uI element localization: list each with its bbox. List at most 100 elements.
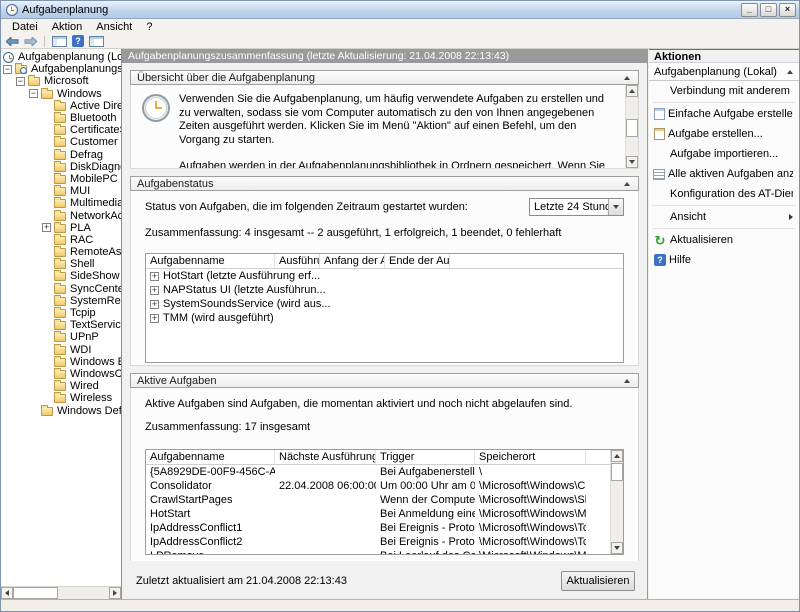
column-header[interactable]: Nächste Ausführungszeit <box>275 450 376 464</box>
plus-expander-icon[interactable]: + <box>150 286 159 295</box>
show-action-pane-button[interactable] <box>89 35 104 48</box>
column-header[interactable]: Aufgabenname <box>146 450 275 464</box>
tree-item[interactable]: SideShow <box>1 270 121 282</box>
action-item[interactable]: Aufgabe importieren... <box>649 144 799 164</box>
task-status-row[interactable]: +NAPStatus UI (letzte Ausführun... <box>146 283 623 297</box>
plus-expander-icon[interactable]: + <box>42 223 51 232</box>
time-range-select[interactable]: Letzte 24 Stunden <box>529 198 624 216</box>
active-tasks-section-header[interactable]: Aktive Aufgaben <box>130 373 639 388</box>
tree-item[interactable]: +PLA <box>1 222 121 234</box>
collapse-active-tasks-button[interactable] <box>621 379 632 383</box>
scroll-left-button[interactable] <box>1 587 13 599</box>
tree-item[interactable]: NetworkAcces <box>1 209 121 221</box>
tree-item[interactable]: Windows Defende <box>1 404 121 416</box>
tree-item[interactable]: Multimedia <box>1 197 121 209</box>
tree-item[interactable]: Wired <box>1 380 121 392</box>
action-item[interactable]: Verbindung mit anderem Comp... <box>649 81 799 101</box>
tree-item[interactable]: Active Director <box>1 100 121 112</box>
active-tasks-scrollbar[interactable] <box>610 450 623 554</box>
tree-item[interactable]: −Windows <box>1 88 121 100</box>
minus-expander-icon[interactable]: − <box>3 65 12 74</box>
close-button[interactable]: × <box>779 3 796 17</box>
scroll-right-button[interactable] <box>109 587 121 599</box>
collapse-overview-button[interactable] <box>621 76 632 80</box>
tree-item[interactable]: RemoteAssista <box>1 246 121 258</box>
plus-expander-icon[interactable]: + <box>150 300 159 309</box>
tree-item[interactable]: SyncCenter <box>1 283 121 295</box>
action-item[interactable]: Einfache Aufgabe erstellen... <box>649 104 799 124</box>
tree-item[interactable]: Shell <box>1 258 121 270</box>
action-item[interactable]: Ansicht <box>649 207 799 227</box>
task-status-row[interactable]: +HotStart (letzte Ausführung erf... <box>146 269 623 283</box>
plus-expander-icon[interactable]: + <box>150 272 159 281</box>
collapse-task-status-button[interactable] <box>621 182 632 186</box>
tree-item[interactable]: UPnP <box>1 331 121 343</box>
active-task-row[interactable]: IpAddressConflict1Bei Ereignis - Protoko… <box>146 521 623 535</box>
tree-item[interactable]: −Microsoft <box>1 75 121 87</box>
action-item[interactable]: ?Hilfe <box>649 250 799 270</box>
task-status-row[interactable]: +SystemSoundsService (wird aus... <box>146 297 623 311</box>
minus-expander-icon[interactable]: − <box>29 89 38 98</box>
back-button[interactable] <box>6 35 19 48</box>
tree-item[interactable]: Wireless <box>1 392 121 404</box>
tree-item[interactable]: MobilePC <box>1 173 121 185</box>
scroll-down-button[interactable] <box>626 156 638 168</box>
tree-item[interactable]: MUI <box>1 185 121 197</box>
tree-item[interactable]: −Aufgabenplanungsbibliot <box>1 63 121 75</box>
overview-scrollbar[interactable] <box>625 85 638 168</box>
active-task-row[interactable]: LPRemoveBei Leerlauf des Compu...\Micros… <box>146 549 623 555</box>
scrollbar-thumb[interactable] <box>611 463 623 481</box>
scroll-down-button[interactable] <box>611 542 623 554</box>
menu-hilfe[interactable]: ? <box>139 21 159 33</box>
collapse-group-icon[interactable] <box>787 70 793 74</box>
maximize-button[interactable]: □ <box>760 3 777 17</box>
column-header[interactable]: Anfang der Au... <box>320 254 385 268</box>
active-task-row[interactable]: {5A8929DE-00F9-456C-A8AB-703E...Bei Aufg… <box>146 465 623 479</box>
menu-aktion[interactable]: Aktion <box>45 21 90 33</box>
action-item[interactable]: Alle aktiven Aufgaben anzeigen <box>649 164 799 184</box>
tree-item[interactable]: Windows Error <box>1 356 121 368</box>
show-console-tree-button[interactable] <box>52 35 67 48</box>
overview-section-header[interactable]: Übersicht über die Aufgabenplanung <box>130 70 639 85</box>
action-item[interactable]: Aufgabe erstellen... <box>649 124 799 144</box>
task-status-section-header[interactable]: Aufgabenstatus <box>130 176 639 191</box>
minimize-button[interactable]: _ <box>741 3 758 17</box>
column-header[interactable]: Speicherort <box>475 450 586 464</box>
tree-item[interactable]: Bluetooth <box>1 112 121 124</box>
tree-item[interactable]: Tcpip <box>1 307 121 319</box>
scroll-up-button[interactable] <box>611 450 623 462</box>
tree-item[interactable]: RAC <box>1 234 121 246</box>
tree-item[interactable]: Defrag <box>1 149 121 161</box>
tree-item[interactable]: DiskDiagnostic <box>1 161 121 173</box>
tree-item[interactable]: WindowsCaler <box>1 368 121 380</box>
action-item[interactable]: ↻Aktualisieren <box>649 230 799 250</box>
action-item[interactable]: Konfiguration des AT-Dienstko... <box>649 184 799 204</box>
tree-item[interactable]: Customer Expe <box>1 136 121 148</box>
tree-item[interactable]: Aufgabenplanung (Lokal) <box>1 51 121 63</box>
toolbar-help-button[interactable]: ? <box>72 35 84 48</box>
tree-item[interactable]: WDI <box>1 344 121 356</box>
minus-expander-icon[interactable]: − <box>16 77 25 86</box>
column-header[interactable]: Trigger <box>376 450 475 464</box>
active-task-row[interactable]: HotStartBei Anmeldung eines Be...\Micros… <box>146 507 623 521</box>
active-task-row[interactable]: IpAddressConflict2Bei Ereignis - Protoko… <box>146 535 623 549</box>
forward-button[interactable] <box>24 35 37 48</box>
actions-group-header[interactable]: Aufgabenplanung (Lokal) <box>649 63 799 81</box>
scrollbar-thumb[interactable] <box>13 587 58 599</box>
column-header[interactable]: Ausführu... <box>275 254 320 268</box>
scroll-up-button[interactable] <box>626 85 638 97</box>
refresh-button[interactable]: Aktualisieren <box>561 571 635 591</box>
active-task-row[interactable]: CrawlStartPagesWenn der Computer ina...\… <box>146 493 623 507</box>
tree-item[interactable]: TextServicesFr <box>1 319 121 331</box>
active-task-row[interactable]: Consolidator22.04.2008 06:00:00Um 00:00 … <box>146 479 623 493</box>
menu-ansicht[interactable]: Ansicht <box>89 21 139 33</box>
column-header[interactable]: Ende der Ausf... <box>385 254 450 268</box>
scrollbar-thumb[interactable] <box>626 119 638 137</box>
menu-datei[interactable]: Datei <box>5 21 45 33</box>
task-status-row[interactable]: +TMM (wird ausgeführt) <box>146 311 623 325</box>
tree-item[interactable]: CertificateServ <box>1 124 121 136</box>
dropdown-button[interactable] <box>608 199 623 215</box>
tree-item[interactable]: SystemRestore <box>1 295 121 307</box>
tree-horizontal-scrollbar[interactable] <box>1 586 121 599</box>
plus-expander-icon[interactable]: + <box>150 314 159 323</box>
